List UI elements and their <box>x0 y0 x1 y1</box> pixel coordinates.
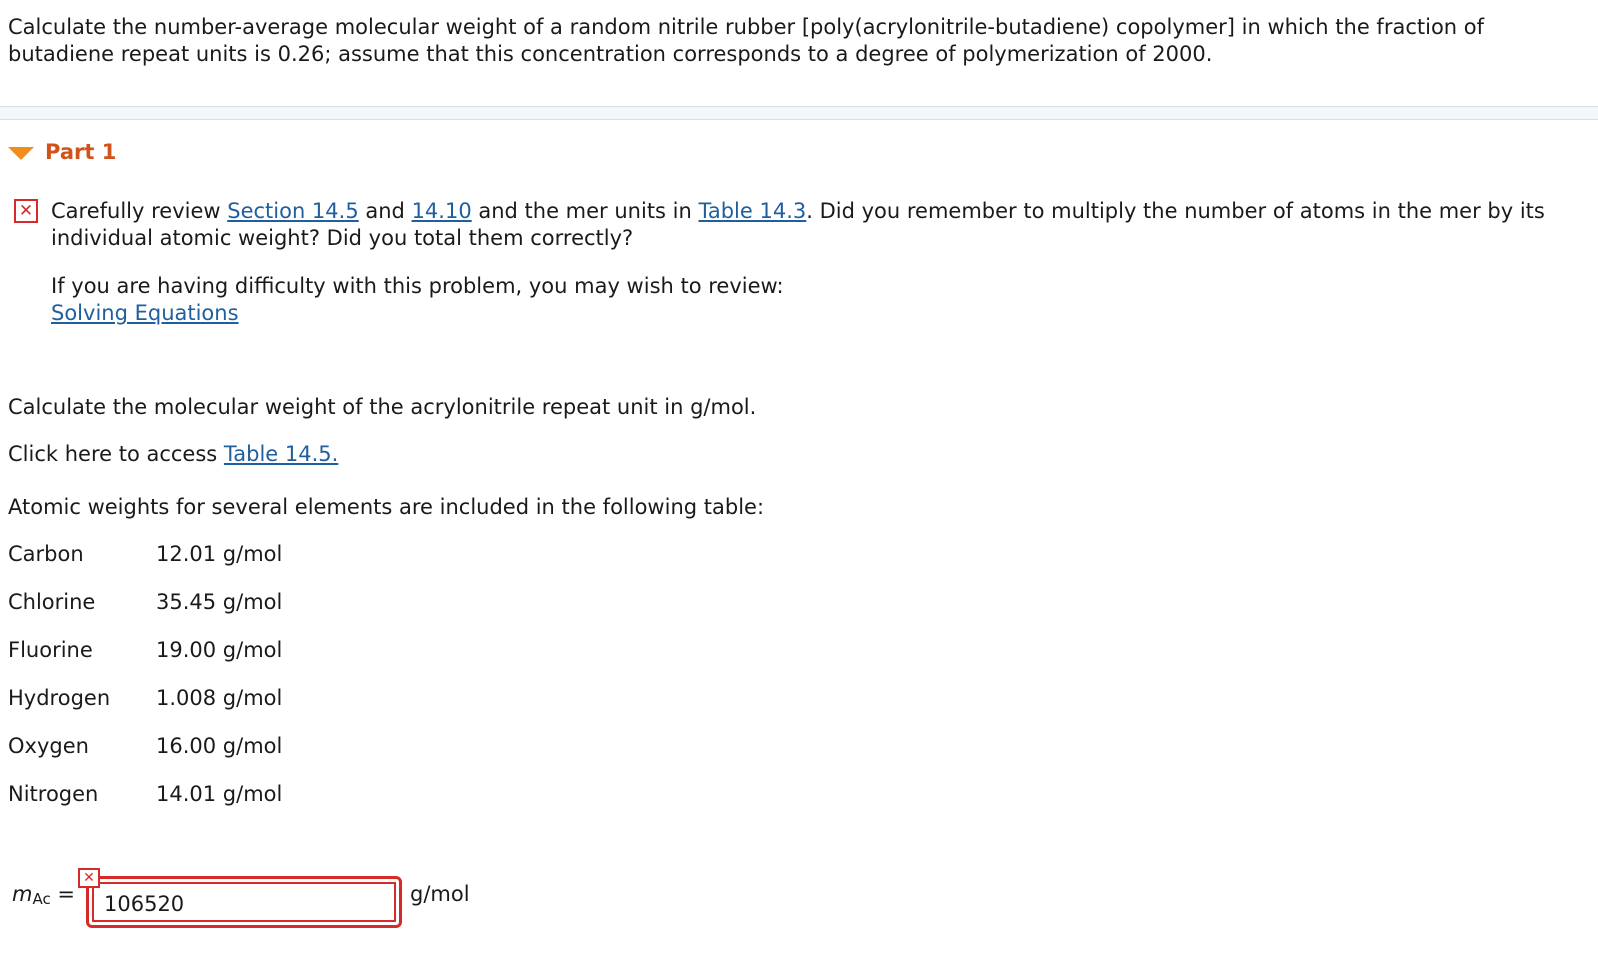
table-14-3-link[interactable]: Table 14.3 <box>699 199 807 223</box>
element-name: Chlorine <box>8 590 96 614</box>
answer-unit: g/mol <box>410 882 470 906</box>
table-row: Oxygen 16.00 g/mol <box>8 734 282 782</box>
table-intro: Atomic weights for several elements are … <box>8 495 765 519</box>
question-prompt: Calculate the molecular weight of the ac… <box>8 395 757 419</box>
element-weight: 12.01 g/mol <box>156 542 283 566</box>
answer-input[interactable] <box>92 882 396 922</box>
element-name: Hydrogen <box>8 686 111 710</box>
element-weight: 14.01 g/mol <box>156 782 283 806</box>
collapse-triangle-icon[interactable] <box>8 146 34 160</box>
solving-equations-link[interactable]: Solving Equations <box>51 301 239 325</box>
feedback-text: Carefully review Section 14.5 and 14.10 … <box>51 198 1574 252</box>
table-row: Nitrogen 14.01 g/mol <box>8 782 282 830</box>
atomic-weights-table: Carbon 12.01 g/mol Chlorine 35.45 g/mol … <box>8 542 282 830</box>
feedback-text-3: and the mer units in <box>471 199 699 223</box>
x-mark-icon: ✕ <box>14 199 38 223</box>
table-row: Chlorine 35.45 g/mol <box>8 590 282 638</box>
incorrect-x-icon: ✕ <box>78 868 100 888</box>
section-14-5-link[interactable]: Section 14.5 <box>227 199 358 223</box>
element-name: Oxygen <box>8 734 89 758</box>
question-text: Calculate the number-average molecular w… <box>8 15 1485 66</box>
access-text: Click here to access <box>8 442 224 466</box>
feedback-text-1: Carefully review <box>51 199 228 223</box>
element-weight: 16.00 g/mol <box>156 734 283 758</box>
section-14-10-link[interactable]: 14.10 <box>412 199 472 223</box>
review-block: If you are having difficulty with this p… <box>51 273 1574 327</box>
element-name: Carbon <box>8 542 84 566</box>
table-row: Fluorine 19.00 g/mol <box>8 638 282 686</box>
answer-row: mAc = ✕ g/mol <box>12 868 612 932</box>
equals-sign: = <box>57 882 76 906</box>
part-header[interactable]: Part 1 <box>8 140 116 164</box>
table-row: Carbon 12.01 g/mol <box>8 542 282 590</box>
table-14-5-link[interactable]: Table 14.5. <box>224 442 338 466</box>
element-weight: 1.008 g/mol <box>156 686 283 710</box>
element-weight: 19.00 g/mol <box>156 638 283 662</box>
answer-input-frame <box>86 876 402 928</box>
element-weight: 35.45 g/mol <box>156 590 283 614</box>
variable-subscript: Ac <box>32 890 51 908</box>
review-text: If you are having difficulty with this p… <box>51 274 784 298</box>
feedback-panel: ✕ Carefully review Section 14.5 and 14.1… <box>14 198 1574 327</box>
element-name: Nitrogen <box>8 782 99 806</box>
access-line: Click here to access Table 14.5. <box>8 442 338 466</box>
table-row: Hydrogen 1.008 g/mol <box>8 686 282 734</box>
section-divider <box>0 106 1598 120</box>
feedback-text-2: and <box>358 199 412 223</box>
variable-symbol: m <box>12 882 33 906</box>
element-name: Fluorine <box>8 638 93 662</box>
variable-label: mAc = <box>12 882 75 908</box>
part-title: Part 1 <box>45 140 117 164</box>
